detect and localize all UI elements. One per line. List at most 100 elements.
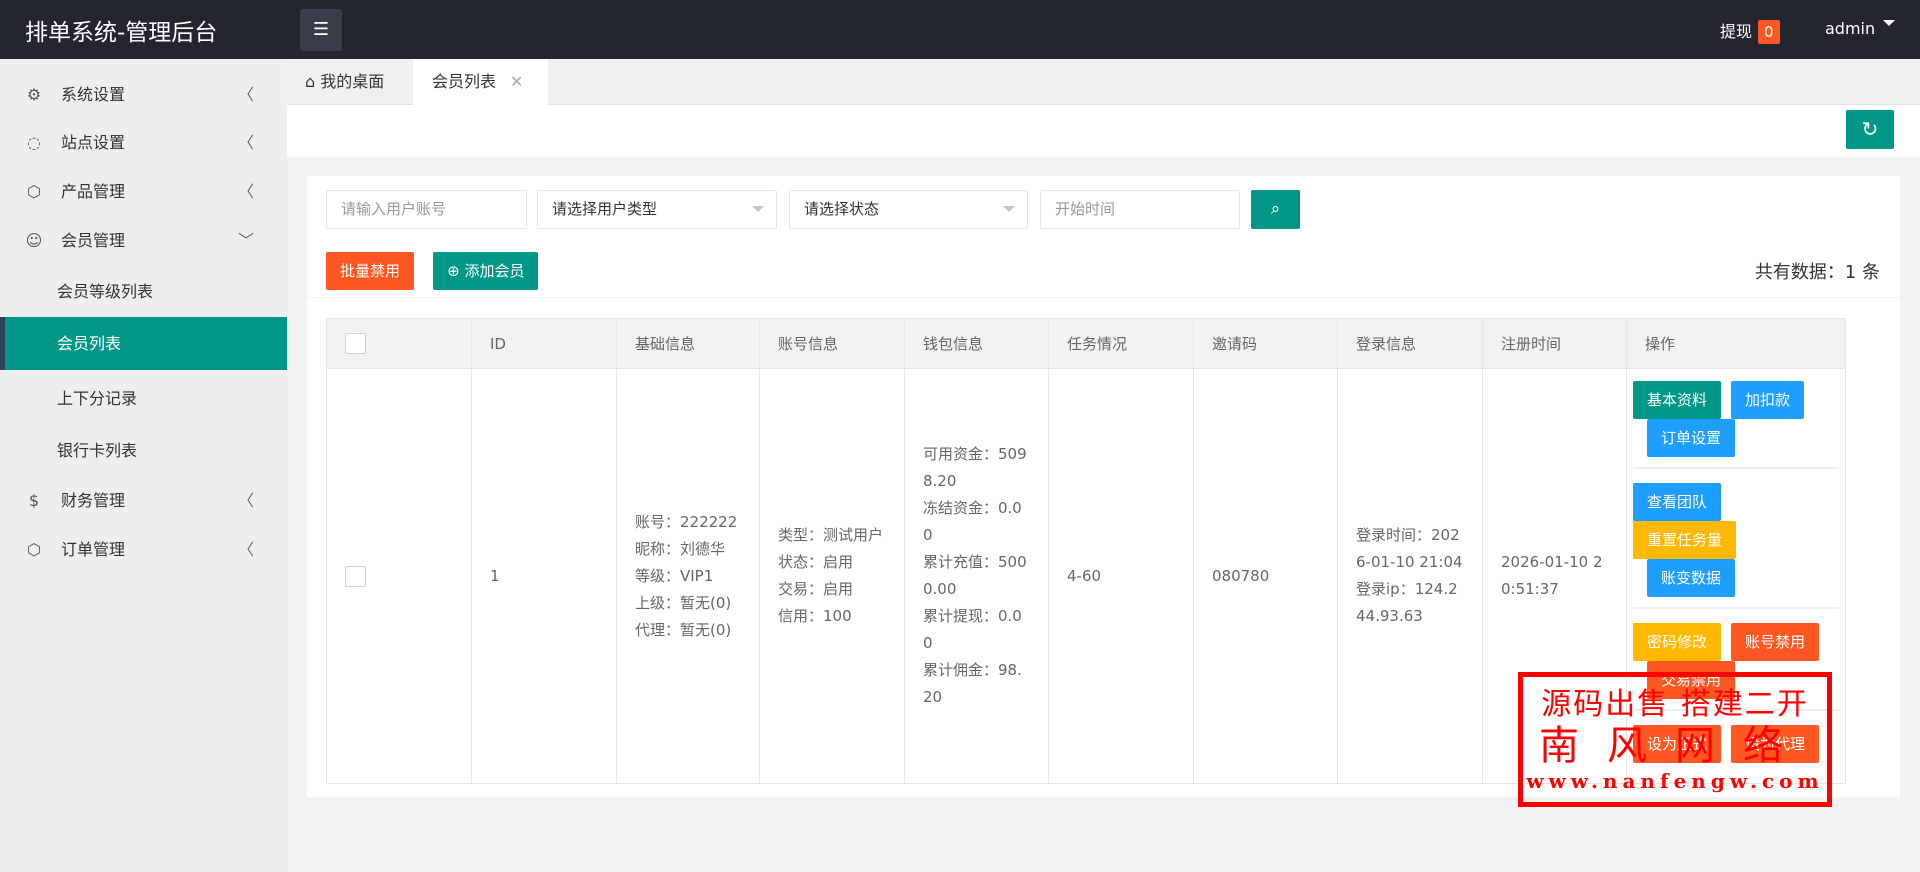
select-all-checkbox[interactable] [345, 333, 366, 354]
box-icon: ⬡ [27, 182, 41, 201]
dollar-icon: $ [28, 491, 40, 510]
watermark-line: 源码出售 搭建二开 [1541, 687, 1809, 722]
info-line: 登录时间：2026-01-10 21:04 [1356, 526, 1463, 571]
total-count: 共有数据：1 条 [1754, 262, 1880, 283]
sidebar-item-order[interactable]: ⬡ 订单管理 〈 [0, 526, 287, 574]
label: 上下分记录 [57, 389, 138, 408]
chevron-left-icon: 〈 [238, 491, 255, 510]
label: 财务管理 [61, 491, 126, 510]
user-type-select[interactable]: 请选择用户类型 [537, 190, 777, 229]
search-icon: ⌕ [1270, 199, 1281, 219]
col-header: 钱包信息 [904, 318, 1049, 369]
menu-toggle-icon[interactable]: ☰ [300, 9, 342, 51]
col-header: 任务情况 [1048, 318, 1194, 369]
info-line: 上级：暂无(0) [635, 593, 732, 612]
withdraw-badge: 0 [1758, 20, 1780, 44]
info-line: 登录ip：124.244.93.63 [1356, 580, 1458, 625]
chevron-left-icon: 〈 [238, 85, 255, 104]
info-line: 交易：启用 [778, 580, 854, 598]
label: 会员等级列表 [57, 282, 154, 301]
sidebar-item-finance[interactable]: $ 财务管理 〈 [0, 477, 287, 525]
site-icon: ◌ [27, 133, 41, 152]
user-menu[interactable]: admin [1825, 19, 1896, 38]
wallet-info-cell: 可用资金：5098.20 冻结资金：0.00 累计充值：5000.00 累计提现… [904, 368, 1049, 784]
top-header: 排单系统-管理后台 ☰ 提现 0 admin [0, 0, 1920, 59]
basic-profile-button[interactable]: 基本资料 [1633, 381, 1722, 419]
watermark-line: 南风网络 [1539, 723, 1811, 769]
login-info-cell: 登录时间：2026-01-10 21:04 登录ip：124.244.93.63 [1337, 368, 1483, 784]
start-time-input[interactable]: 开始时间 [1040, 190, 1240, 229]
op-group: 基本资料 加扣款订单设置 [1633, 377, 1839, 469]
chevron-left-icon: 〈 [238, 540, 255, 559]
account-info-cell: 类型：测试用户 状态：启用 交易：启用 信用：100 [759, 368, 905, 784]
label: 系统设置 [61, 85, 126, 104]
watermark-line: www.nanfengw.com [1526, 769, 1824, 793]
sidebar: ⚙ 系统设置〈 ◌ 站点设置〈 ⬡ 产品管理〈 ☺ 会员管理 ﹀ 会员等级列表 会员列表 … [0, 59, 287, 872]
tab-label: 我的桌面 [320, 72, 385, 91]
info-line: 冻结资金：0.00 [923, 499, 1022, 544]
tab-label: 会员列表 [432, 72, 497, 91]
info-line: 代理：暂无(0) [635, 620, 732, 639]
search-button[interactable]: ⌕ [1251, 190, 1300, 229]
info-line: 信用：100 [778, 607, 852, 625]
op-group: 查看团队重置任务量账变数据 [1633, 479, 1839, 609]
order-settings-button[interactable]: 订单设置 [1647, 419, 1736, 457]
info-line: 类型：测试用户 [778, 526, 884, 544]
col-header: ID [471, 318, 617, 369]
label: 银行卡列表 [57, 441, 138, 460]
info-line: 累计佣金：98.20 [923, 661, 1022, 706]
sidebar-item-product[interactable]: ⬡ 产品管理 〈 [0, 168, 287, 216]
basic-info-cell: 账号：222222 昵称：刘德华 等级：VIP1 上级：暂无(0) 代理：暂无(… [616, 368, 760, 784]
gear-icon: ⚙ [26, 85, 42, 104]
sidebar-item-system[interactable]: ⚙ 系统设置 〈 [0, 71, 287, 119]
info-line: 累计提现：0.00 [923, 607, 1022, 652]
checkbox-cell [326, 368, 472, 784]
label: 订单管理 [61, 540, 126, 559]
id-cell: 1 [471, 368, 617, 784]
username: admin [1825, 19, 1876, 38]
batch-disable-button[interactable]: 批量禁用 [326, 252, 415, 290]
sidebar-item-site[interactable]: ◌ 站点设置 〈 [0, 119, 287, 167]
tab-member-list[interactable]: 会员列表 ✕ [413, 59, 548, 105]
sidebar-item-member-level[interactable]: 会员等级列表 [0, 265, 287, 318]
close-icon[interactable]: ✕ [510, 72, 523, 91]
add-member-button[interactable]: ⊕ 添加会员 [433, 252, 539, 290]
header-checkbox-cell [326, 318, 472, 369]
col-header: 账号信息 [759, 318, 905, 369]
chevron-left-icon: 〈 [238, 133, 255, 152]
change-password-button[interactable]: 密码修改 [1633, 623, 1722, 661]
info-line: 可用资金：5098.20 [923, 445, 1027, 490]
dropdown-arrow-icon [752, 206, 764, 218]
select-value: 请选择状态 [804, 200, 880, 218]
tab-desktop[interactable]: ⌂ 我的桌面 [287, 59, 413, 105]
status-select[interactable]: 请选择状态 [789, 190, 1028, 229]
home-icon: ⌂ [305, 72, 321, 91]
withdraw-label: 提现 [1720, 22, 1753, 41]
info-line: 累计充值：5000.00 [923, 553, 1027, 598]
label: 站点设置 [61, 133, 126, 152]
sidebar-item-member[interactable]: ☺ 会员管理 ﹀ [0, 217, 287, 265]
chevron-down-icon: ﹀ [238, 231, 255, 250]
col-header: 登录信息 [1337, 318, 1483, 369]
sidebar-item-bank-card[interactable]: 银行卡列表 [0, 424, 287, 477]
disable-account-button[interactable]: 账号禁用 [1731, 623, 1820, 661]
caret-down-icon [1883, 20, 1896, 32]
box-icon: ⬡ [27, 540, 41, 559]
sidebar-item-score-record[interactable]: 上下分记录 [0, 372, 287, 425]
invite-code-cell: 080780 [1193, 368, 1338, 784]
withdraw-link[interactable]: 提现 0 [1720, 18, 1780, 44]
account-input[interactable]: 请输入用户账号 [326, 190, 527, 229]
label: 添加会员 [464, 262, 525, 280]
user-icon: ☺ [25, 231, 43, 250]
view-team-button[interactable]: 查看团队 [1633, 483, 1722, 521]
col-header: 操作 [1626, 318, 1846, 369]
account-changes-button[interactable]: 账变数据 [1647, 559, 1736, 597]
refresh-button[interactable]: ↻ [1846, 110, 1894, 149]
adjust-balance-button[interactable]: 加扣款 [1731, 381, 1805, 419]
sidebar-item-member-list[interactable]: 会员列表 [0, 317, 287, 370]
info-line: 等级：VIP1 [635, 566, 714, 585]
info-line: 状态：启用 [778, 553, 854, 571]
row-checkbox[interactable] [345, 565, 366, 587]
reset-task-button[interactable]: 重置任务量 [1633, 521, 1737, 559]
col-header: 注册时间 [1482, 318, 1627, 369]
